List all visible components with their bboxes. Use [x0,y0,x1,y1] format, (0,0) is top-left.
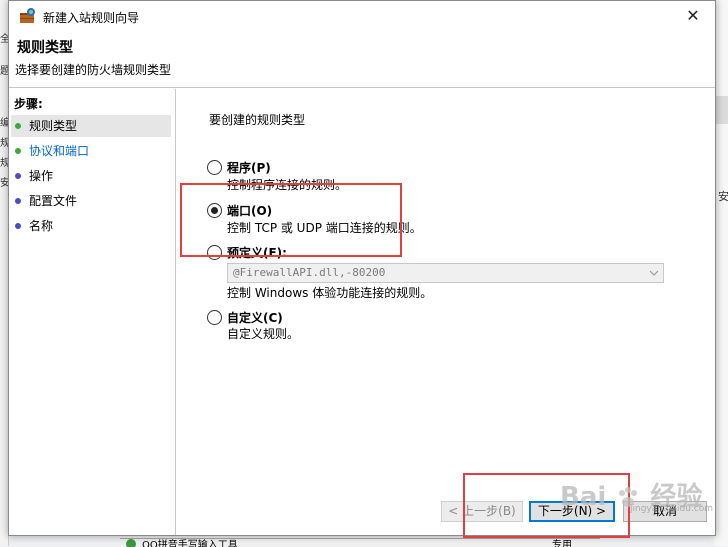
radio-program[interactable] [207,160,222,175]
radio-predefined[interactable] [207,245,222,260]
option-program-desc: 控制程序连接的规则。 [227,178,348,192]
option-port-desc: 控制 TCP 或 UDP 端口连接的规则。 [227,221,422,235]
step-label[interactable]: 协议和端口 [29,140,89,162]
step-status-dot-icon [15,123,21,129]
steps-pane: 步骤: 规则类型 协议和端口 操作 配置文件 名称 [9,89,176,535]
option-predefined-label[interactable]: 预定义(E): [227,244,287,261]
baidu-watermark: Bai 经验 jingyan.baidu.com [560,476,713,514]
step-status-dot-icon [15,198,21,204]
close-icon[interactable]: ✕ [671,1,715,31]
step-label: 名称 [29,219,54,233]
rule-type-prompt: 要创建的规则类型 [209,113,306,127]
steps-label: 步骤: [14,97,43,111]
chevron-down-icon [649,267,659,277]
page-subtitle: 选择要创建的防火墙规则类型 [15,63,172,77]
option-custom-desc: 自定义规则。 [227,327,300,341]
bg-toolbar-strip [714,96,728,124]
watermark-url: jingyan.baidu.com [630,504,714,514]
step-protocol-ports[interactable]: 协议和端口 [11,140,171,162]
step-label: 操作 [29,169,54,183]
step-rule-type[interactable]: 规则类型 [11,115,171,137]
option-port-label[interactable]: 端口(O) [227,202,272,219]
predefined-select[interactable]: @FirewallAPI.dll,-80200 [227,263,664,283]
step-label: 规则类型 [29,119,78,133]
title-bar[interactable]: 新建入站规则向导 ✕ [9,1,715,31]
watermark-text: Bai [560,482,607,512]
step-status-dot-icon [15,173,21,179]
bg-fragment: 安 [718,190,728,203]
window-title: 新建入站规则向导 [43,11,140,25]
wizard-header: 规则类型 选择要创建的防火墙规则类型 [9,31,715,88]
step-action: 操作 [11,165,171,187]
firewall-icon [19,8,37,24]
radio-custom[interactable] [207,310,222,325]
new-inbound-rule-wizard: 新建入站规则向导 ✕ 规则类型 选择要创建的防火墙规则类型 步骤: 规则类型 协… [8,0,716,536]
option-program-label[interactable]: 程序(P) [227,159,271,176]
radio-port[interactable] [207,203,222,218]
step-label: 配置文件 [29,194,78,208]
step-status-dot-icon [15,148,21,154]
predefined-select-value: @FirewallAPI.dll,-80200 [233,266,386,279]
page-title: 规则类型 [17,40,73,56]
option-custom-label[interactable]: 自定义(C) [227,309,283,326]
step-name: 名称 [11,215,171,237]
step-profile: 配置文件 [11,190,171,212]
option-predefined-desc: 控制 Windows 体验功能连接的规则。 [227,286,433,300]
back-button[interactable]: < 上一步(B) [441,501,523,522]
step-status-dot-icon [15,223,21,229]
background-window-right-edge: 安 [714,0,728,546]
wizard-content: 要创建的规则类型 程序(P) 控制程序连接的规则。 端口(O) 控制 TCP 或… [177,89,715,535]
